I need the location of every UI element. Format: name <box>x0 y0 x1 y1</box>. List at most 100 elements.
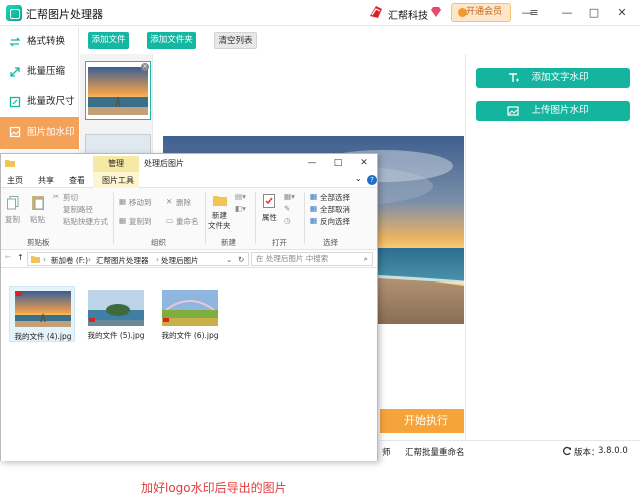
status-link-partial[interactable]: 师 <box>382 446 391 458</box>
upload-image-watermark-label: 上传图片水印 <box>531 105 589 116</box>
app-title: 汇帮图片处理器 <box>26 8 103 21</box>
ribbon-tabs <box>1 172 377 188</box>
menu-icon[interactable]: ≡ <box>526 5 542 21</box>
explorer-maximize-button[interactable]: □ <box>331 157 345 169</box>
batch-rename-link[interactable]: 汇帮批量重命名 <box>405 446 465 458</box>
add-file-button[interactable]: 添加文件 <box>88 32 129 49</box>
rename-button[interactable]: 重命名 <box>176 216 199 227</box>
format-convert-icon <box>9 37 21 47</box>
sidebar-item-watermark[interactable]: 图片加水印 <box>0 117 79 149</box>
thumbnail-item[interactable] <box>85 134 151 154</box>
paste-icon <box>32 196 44 210</box>
brand-logo-icon <box>370 6 382 18</box>
file-name: 我的文件 (5).jpg <box>87 331 145 340</box>
watermark-icon <box>9 126 21 138</box>
diamond-icon <box>431 7 441 17</box>
folder-icon <box>5 160 15 167</box>
new-folder-button-line2[interactable]: 文件夹 <box>208 220 231 231</box>
new-group-label: 新建 <box>221 238 236 247</box>
field-file-thumbnail <box>162 290 218 326</box>
file-name: 我的文件 (4).jpg <box>14 332 72 341</box>
island-file-thumbnail <box>88 290 144 326</box>
back-icon[interactable]: ← <box>5 253 11 261</box>
explorer-close-button[interactable]: ✕ <box>357 157 371 169</box>
select-none-button[interactable]: 全部取消 <box>320 204 350 215</box>
new-folder-icon <box>213 196 227 206</box>
tab-picture-tools[interactable]: 图片工具 <box>102 175 134 186</box>
resize-icon <box>9 96 21 108</box>
refresh-icon[interactable] <box>562 446 572 456</box>
search-input[interactable]: 在 处理后图片 中搜索 ⌕ <box>251 252 373 266</box>
manage-tab[interactable]: 管理 <box>93 156 139 172</box>
new-item-icon[interactable]: ▤▾ <box>235 192 246 201</box>
help-icon[interactable]: ? <box>367 175 377 185</box>
move-to-button[interactable]: 移动到 <box>129 197 152 208</box>
tab-share[interactable]: 共享 <box>38 175 54 186</box>
up-icon[interactable]: ↑ <box>17 253 24 262</box>
copy-to-button[interactable]: 复制到 <box>129 216 152 227</box>
minimize-button[interactable]: — <box>559 5 575 21</box>
copy-button[interactable]: 复制 <box>5 214 20 225</box>
annotation-caption: 加好logo水印后导出的图片 <box>141 481 287 495</box>
version-value: 3.8.0.0 <box>598 446 628 456</box>
cut-button[interactable]: 剪切 <box>63 192 78 203</box>
sidebar-item-label: 格式转换 <box>27 36 66 47</box>
breadcrumb-separator: › <box>156 255 159 264</box>
add-text-watermark-label: 添加文字水印 <box>531 72 589 83</box>
add-text-watermark-button[interactable]: 添加文字水印 <box>476 68 630 88</box>
text-icon <box>509 73 519 82</box>
beach-file-thumbnail <box>15 291 71 327</box>
tab-home[interactable]: 主页 <box>7 175 23 186</box>
file-item[interactable]: 我的文件 (4).jpg <box>9 286 75 342</box>
tab-view[interactable]: 查看 <box>69 175 85 186</box>
paste-shortcut-button[interactable]: 粘贴快捷方式 <box>63 216 108 227</box>
open-icon[interactable]: ▦▾ <box>284 192 295 201</box>
organize-group-label: 组织 <box>151 238 166 247</box>
thumbnail-item[interactable]: × <box>85 61 151 120</box>
breadcrumb-separator: › <box>43 255 46 264</box>
paste-button[interactable]: 粘贴 <box>30 214 45 225</box>
rename-icon: ▭ <box>166 216 174 225</box>
sidebar-item-compress[interactable]: 批量压缩 <box>0 57 79 87</box>
folder-icon <box>31 256 40 263</box>
add-folder-button[interactable]: 添加文件夹 <box>147 32 196 49</box>
maximize-button[interactable]: □ <box>586 5 602 21</box>
compress-icon <box>10 67 20 77</box>
breadcrumb-drive[interactable]: 新加卷 (F:) <box>51 255 88 266</box>
breadcrumb-output-folder[interactable]: 处理后图片 <box>161 255 199 266</box>
easy-access-icon[interactable]: ◧▾ <box>235 204 246 213</box>
sidebar-item-label: 图片加水印 <box>27 127 75 138</box>
sidebar-item-resize[interactable]: 批量改尺寸 <box>0 87 79 117</box>
select-all-button[interactable]: 全部选择 <box>320 192 350 203</box>
refresh-icon[interactable]: ↻ <box>238 255 244 264</box>
start-button[interactable]: 开始执行 <box>380 409 464 433</box>
edit-icon[interactable]: ✎ <box>284 204 290 213</box>
copy-path-button[interactable]: 复制路径 <box>63 204 93 215</box>
history-icon[interactable]: ◷ <box>284 216 291 225</box>
search-icon: ⌕ <box>363 254 368 263</box>
invert-selection-button[interactable]: 反向选择 <box>320 216 350 227</box>
sidebar-item-label: 批量压缩 <box>27 66 66 77</box>
file-item[interactable]: 我的文件 (6).jpg <box>157 286 223 342</box>
address-dropdown-icon[interactable]: ⌄ <box>226 255 232 264</box>
upload-image-watermark-button[interactable]: 上传图片水印 <box>476 101 630 121</box>
file-item[interactable]: 我的文件 (5).jpg <box>83 286 149 342</box>
properties-button[interactable]: 属性 <box>262 212 277 223</box>
explorer-minimize-button[interactable]: — <box>305 157 319 169</box>
delete-button[interactable]: 删除 <box>176 197 191 208</box>
breadcrumb-app-folder[interactable]: 汇帮图片处理器 <box>96 255 149 266</box>
ribbon-collapse-icon[interactable]: ⌄ <box>355 174 362 183</box>
address-box[interactable]: › 新加卷 (F:) › 汇帮图片处理器 › 处理后图片 ⌄ ↻ <box>27 252 249 266</box>
close-button[interactable]: ✕ <box>614 5 630 21</box>
remove-thumbnail-icon[interactable]: × <box>141 63 149 71</box>
clear-list-button[interactable]: 清空列表 <box>214 32 257 49</box>
vip-button[interactable]: 开通会员 <box>451 3 511 22</box>
cut-icon[interactable]: ✂ <box>53 192 59 201</box>
breadcrumb-separator: › <box>88 255 91 264</box>
delete-icon: ✕ <box>166 197 173 206</box>
move-to-icon: ▦ <box>119 197 127 206</box>
version-label: 版本： <box>574 448 600 458</box>
sidebar-item-format-convert[interactable]: 格式转换 <box>0 27 79 57</box>
explorer-title-bar <box>1 154 377 172</box>
select-none-icon: ▦ <box>310 204 318 213</box>
